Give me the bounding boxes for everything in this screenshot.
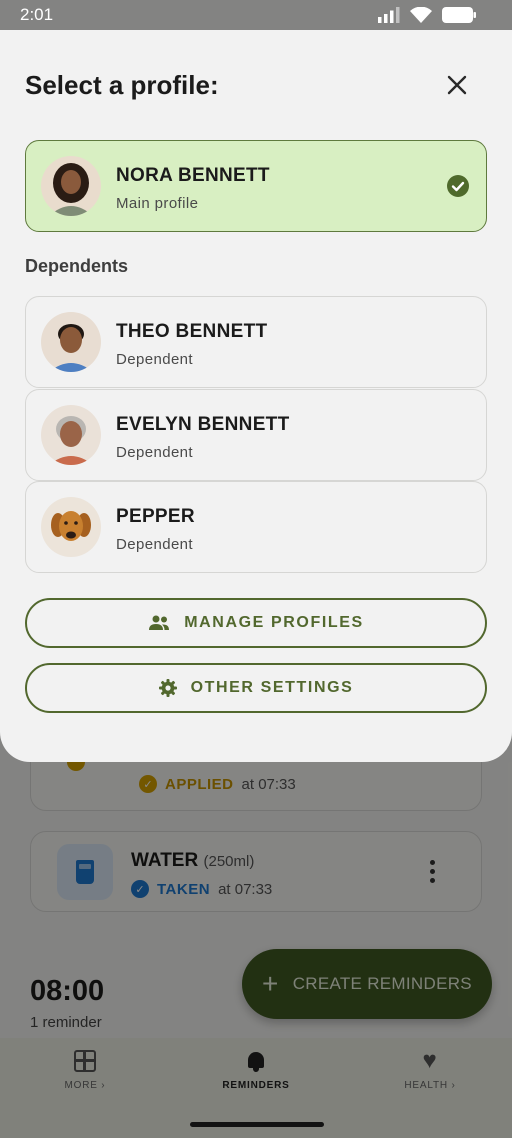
clock: 2:01 bbox=[20, 5, 54, 24]
profile-card-dependent[interactable]: PEPPER Dependent bbox=[25, 481, 487, 573]
status-bar: 2:01 bbox=[0, 0, 512, 30]
profile-subtitle: Main profile bbox=[116, 195, 199, 212]
avatar bbox=[41, 497, 101, 557]
sheet-title: Select a profile: bbox=[25, 70, 219, 100]
manage-profiles-label: MANAGE PROFILES bbox=[184, 614, 364, 631]
close-button[interactable] bbox=[438, 66, 476, 104]
profile-card-dependent[interactable]: EVELYN BENNETT Dependent bbox=[25, 389, 487, 481]
signal-icon bbox=[378, 7, 400, 23]
profile-subtitle: Dependent bbox=[116, 444, 193, 461]
gear-icon bbox=[158, 679, 177, 697]
profile-card-main[interactable]: NORA BENNETT Main profile bbox=[25, 140, 487, 232]
avatar bbox=[41, 405, 101, 465]
profile-card-dependent[interactable]: THEO BENNETT Dependent bbox=[25, 296, 487, 388]
avatar bbox=[41, 312, 101, 372]
check-circle-icon bbox=[447, 175, 469, 197]
profile-selector-sheet: Select a profile: NORA BENNETT Main prof… bbox=[0, 30, 512, 762]
status-icons bbox=[378, 7, 476, 23]
close-icon bbox=[447, 75, 467, 95]
profile-name: THEO BENNETT bbox=[116, 321, 268, 342]
profile-name: NORA BENNETT bbox=[116, 165, 270, 186]
profile-name: PEPPER bbox=[116, 506, 195, 527]
manage-profiles-button[interactable]: MANAGE PROFILES bbox=[25, 598, 487, 648]
battery-icon bbox=[442, 7, 476, 23]
people-icon bbox=[149, 615, 170, 630]
profile-subtitle: Dependent bbox=[116, 351, 193, 368]
wifi-icon bbox=[410, 7, 432, 23]
other-settings-button[interactable]: OTHER SETTINGS bbox=[25, 663, 487, 713]
profile-name: EVELYN BENNETT bbox=[116, 414, 290, 435]
profile-subtitle: Dependent bbox=[116, 536, 193, 553]
dependents-heading: Dependents bbox=[25, 256, 129, 276]
avatar bbox=[41, 156, 101, 216]
other-settings-label: OTHER SETTINGS bbox=[190, 679, 354, 696]
